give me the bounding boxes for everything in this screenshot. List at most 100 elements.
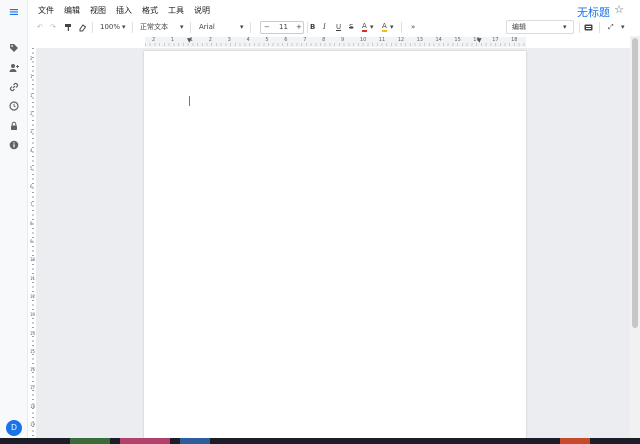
vertical-ruler-number: 10: [30, 257, 36, 263]
ruler-number: 7: [303, 37, 307, 43]
redo-icon[interactable]: ↷: [50, 21, 56, 34]
ruler-number: 8: [322, 37, 326, 43]
vertical-ruler-number: 17: [30, 385, 36, 391]
vertical-ruler-number: 6: [30, 184, 33, 190]
vertical-ruler-number: 2: [30, 56, 33, 61]
document-title[interactable]: 无标题: [577, 4, 610, 20]
separator: [401, 22, 402, 33]
vertical-ruler-number: 13: [30, 312, 36, 318]
ruler-number: 2: [152, 37, 156, 43]
add-person-icon[interactable]: [7, 62, 21, 76]
vertical-ruler-number: 5: [30, 165, 33, 171]
menu-view[interactable]: 视图: [90, 5, 106, 16]
italic-button[interactable]: I: [323, 21, 326, 34]
font-size-decrease-button[interactable]: −: [264, 22, 270, 33]
vertical-ruler-number: 15: [30, 348, 36, 354]
lock-icon[interactable]: [7, 120, 21, 134]
link-icon[interactable]: [7, 81, 21, 95]
menu-edit[interactable]: 编辑: [64, 5, 80, 16]
ruler-number: 13: [416, 37, 423, 43]
vertical-ruler-number: 9: [30, 239, 33, 244]
vertical-ruler-number: 11: [30, 275, 36, 281]
vertical-ruler-number: 2: [30, 110, 33, 116]
separator: [579, 22, 580, 33]
paint-format-icon[interactable]: [64, 21, 73, 34]
tag-icon[interactable]: [7, 42, 21, 56]
ruler-number: 5: [265, 37, 269, 43]
info-icon[interactable]: [7, 139, 21, 153]
underline-button[interactable]: U: [336, 21, 341, 34]
bold-button[interactable]: B: [310, 21, 315, 34]
zoom-select[interactable]: 100%: [100, 21, 120, 34]
scrollbar-thumb[interactable]: [632, 38, 638, 328]
ruler-number: 10: [359, 37, 367, 43]
horizontal-ruler[interactable]: ▼ ▼ 2 1 1 2 3 4 5 6 7 8 9 10 11 12 13 14 15 16 17 18: [145, 37, 526, 47]
vertical-ruler-number: 7: [30, 202, 33, 208]
vertical-scrollbar[interactable]: [630, 36, 640, 444]
expand-icon[interactable]: ⤢: [608, 21, 614, 34]
taskbar-strip: [0, 438, 640, 444]
ruler-number: 6: [284, 37, 288, 43]
more-tools-icon[interactable]: »: [411, 21, 415, 34]
keyboard-icon[interactable]: [584, 21, 593, 34]
zoom-chevron-down-icon: ▾: [122, 23, 126, 31]
mode-chevron-down-icon: ▾: [563, 23, 567, 31]
ruler-number: 3: [227, 37, 231, 43]
side-rail: ≡ D: [0, 0, 28, 444]
menu-tools[interactable]: 工具: [168, 5, 184, 16]
ruler-number: 9: [341, 37, 345, 43]
toolbar: ↶ ↷ 100% ▾ 正常文本 ▾ Arial ▾ − 11 + B I U S…: [28, 19, 630, 36]
highlight-color-button[interactable]: A: [382, 21, 387, 32]
separator: [599, 22, 600, 33]
ruler-number: 1: [170, 37, 175, 43]
ruler-number: 4: [246, 37, 250, 43]
document-page[interactable]: [144, 51, 526, 444]
separator: [307, 22, 308, 33]
undo-icon[interactable]: ↶: [37, 21, 43, 34]
style-select[interactable]: 正常文本: [140, 21, 168, 34]
menu-bar: 文件 编辑 视图 插入 格式 工具 说明 无标题 ☆: [28, 0, 640, 20]
ruler-number: 17: [492, 37, 499, 43]
font-size-increase-button[interactable]: +: [296, 22, 302, 33]
text-cursor: [189, 96, 190, 106]
text-color-chevron-down-icon: ▾: [370, 23, 374, 31]
separator: [190, 22, 191, 33]
vertical-ruler-number: 3: [30, 129, 33, 135]
ruler-number: 15: [454, 37, 461, 43]
vertical-ruler-number: 16: [30, 367, 36, 373]
history-icon[interactable]: [7, 100, 21, 114]
clear-format-icon[interactable]: [78, 21, 87, 34]
font-size-input[interactable]: 11: [279, 22, 288, 33]
vertical-ruler-number: 12: [30, 293, 36, 299]
style-chevron-down-icon: ▾: [180, 23, 184, 31]
vertical-ruler-number: 4: [30, 147, 33, 153]
star-icon[interactable]: ☆: [614, 3, 624, 16]
ruler-number: 2: [208, 37, 212, 43]
highlight-chevron-down-icon: ▾: [390, 23, 394, 31]
ruler-number: 1: [189, 37, 193, 43]
hamburger-menu-icon[interactable]: ≡: [7, 6, 21, 20]
separator: [250, 22, 251, 33]
vertical-ruler-number: 14: [30, 330, 36, 336]
font-select[interactable]: Arial: [199, 21, 215, 34]
editing-mode-select[interactable]: 编辑 ▾: [506, 20, 574, 34]
menu-insert[interactable]: 插入: [116, 5, 132, 16]
vertical-ruler-number: 8: [30, 220, 33, 226]
avatar[interactable]: D: [6, 420, 22, 436]
text-color-button[interactable]: A: [362, 21, 367, 32]
font-chevron-down-icon: ▾: [240, 23, 244, 31]
strikethrough-button[interactable]: S: [349, 21, 353, 34]
ruler-number: 18: [511, 37, 518, 43]
vertical-ruler-number: 1: [30, 74, 33, 80]
expand-chevron-down-icon: ▾: [621, 23, 625, 31]
ruler-number: 11: [378, 37, 386, 43]
ruler-number: 14: [435, 37, 442, 43]
editing-mode-label: 编辑: [512, 23, 526, 31]
document-canvas: [36, 48, 630, 444]
menu-format[interactable]: 格式: [142, 5, 158, 16]
separator: [132, 22, 133, 33]
font-size-control: − 11 +: [260, 21, 304, 34]
menu-help[interactable]: 说明: [194, 5, 210, 16]
ruler-number: 16: [473, 37, 480, 43]
menu-file[interactable]: 文件: [38, 5, 54, 16]
